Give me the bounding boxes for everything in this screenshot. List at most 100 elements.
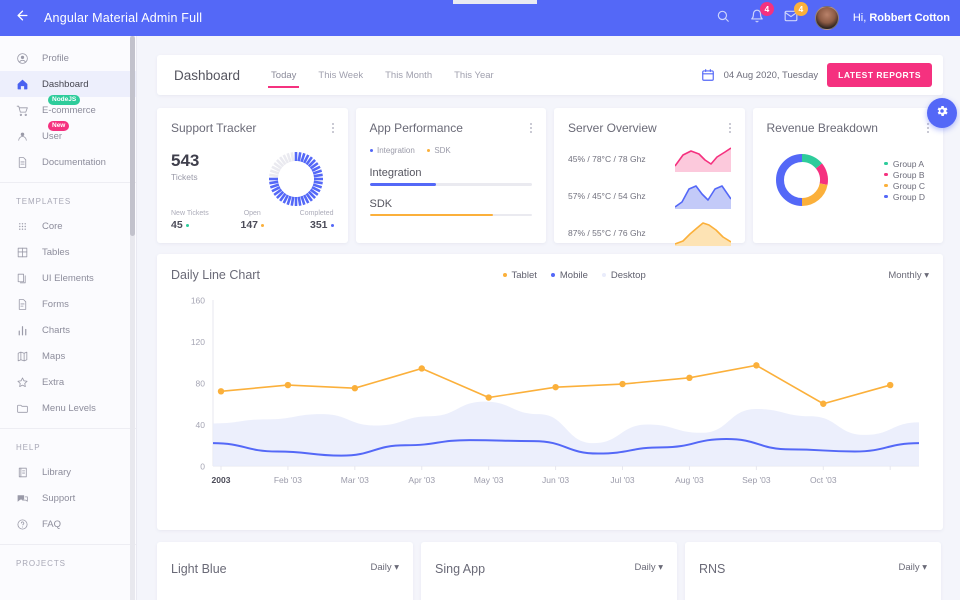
support-stats: New Tickets45Open147Completed351	[171, 210, 334, 231]
svg-text:May '03: May '03	[474, 475, 504, 485]
sidebar-item-maps[interactable]: Maps	[0, 343, 136, 369]
messages-button[interactable]: 4	[781, 8, 801, 28]
sidebar-badge: New	[48, 121, 69, 131]
legend-label: Desktop	[611, 270, 646, 281]
revenue-legend-item: Group A	[884, 159, 925, 169]
sidebar-item-documentation[interactable]: Documentation	[0, 149, 136, 175]
sidebar-section-templates: TEMPLATES	[0, 189, 136, 213]
avatar[interactable]	[815, 6, 839, 30]
search-button[interactable]	[713, 8, 733, 28]
back-button[interactable]	[0, 8, 44, 28]
sidebar-item-ui-elements[interactable]: UI Elements	[0, 265, 136, 291]
revenue-donut-chart	[771, 149, 833, 211]
svg-text:Jun '03: Jun '03	[542, 475, 569, 485]
server-overview-row: 87% / 55°C / 76 Ghz	[568, 220, 731, 246]
sidebar-scrollbar-track[interactable]	[130, 36, 135, 600]
legend-dot	[884, 162, 888, 166]
revenue-legend-item: Group B	[884, 170, 925, 180]
sidebar-item-profile[interactable]: Profile	[0, 45, 136, 71]
tab-this-week[interactable]: This Week	[307, 55, 374, 95]
tab-this-year[interactable]: This Year	[443, 55, 505, 95]
current-date: 04 Aug 2020, Tuesday	[724, 70, 819, 81]
summary-cards-row: Support Tracker 543 Tickets New Tickets4…	[157, 108, 943, 243]
progress-track	[370, 214, 533, 217]
sidebar-item-charts[interactable]: Charts	[0, 317, 136, 343]
server-overview-rows: 45% / 78°C / 78 Ghz57% / 45°C / 54 Ghz87…	[568, 146, 731, 246]
sidebar-item-label: UI Elements	[42, 273, 94, 284]
gear-icon	[935, 104, 949, 123]
card-title: Support Tracker	[171, 121, 256, 135]
period-tabs: TodayThis WeekThis MonthThis Year	[260, 55, 505, 95]
sidebar-item-faq[interactable]: FAQ	[0, 511, 136, 537]
chat-icon	[16, 492, 42, 505]
support-stat-dot	[186, 224, 189, 227]
bottom-card-range-value: Daily	[634, 562, 655, 573]
support-stat-label: New Tickets	[171, 210, 225, 217]
chart-range-selector[interactable]: Monthly ▾	[888, 270, 929, 281]
bottom-card-range-selector[interactable]: Daily ▾	[370, 562, 399, 573]
svg-text:Sep '03: Sep '03	[742, 475, 771, 485]
chevron-down-icon: ▾	[922, 562, 927, 573]
chevron-down-icon: ▾	[394, 562, 399, 573]
support-stat-number: 45	[171, 219, 183, 231]
legend-label: SDK	[434, 146, 450, 155]
sidebar-item-extra[interactable]: Extra	[0, 369, 136, 395]
legend-dot	[370, 149, 374, 153]
sidebar-divider-3	[0, 544, 136, 545]
card-menu-button[interactable]	[927, 121, 929, 135]
support-stat: New Tickets 45	[171, 210, 225, 231]
settings-fab-button[interactable]	[927, 98, 957, 128]
sidebar-item-core[interactable]: Core	[0, 213, 136, 239]
sidebar-scrollbar-thumb[interactable]	[130, 36, 135, 236]
sidebar-item-library[interactable]: Library	[0, 459, 136, 485]
bottom-card-title: RNS	[699, 562, 725, 576]
svg-text:80: 80	[196, 379, 206, 389]
card-title: Revenue Breakdown	[767, 121, 878, 135]
card-menu-button[interactable]	[332, 121, 334, 135]
sidebar-item-label: Charts	[42, 325, 70, 336]
tab-this-month[interactable]: This Month	[374, 55, 443, 95]
svg-text:Jul '03: Jul '03	[610, 475, 635, 485]
revenue-donut-area: Group AGroup BGroup CGroup D	[767, 149, 930, 211]
card-header: Support Tracker	[171, 121, 334, 135]
chart-legend-item: Desktop	[602, 270, 646, 281]
app-performance-legend-item: Integration	[370, 146, 415, 155]
card-menu-button[interactable]	[729, 121, 731, 135]
sidebar-item-label: Dashboard	[42, 79, 88, 90]
sidebar-item-menu-levels[interactable]: Menu Levels	[0, 395, 136, 421]
sidebar-item-dashboard[interactable]: Dashboard	[0, 71, 136, 97]
sidebar-item-label: Library	[42, 467, 71, 478]
support-stat-label: Completed	[279, 210, 333, 217]
latest-reports-button[interactable]: LATEST REPORTS	[827, 63, 932, 87]
revenue-legend-item: Group C	[884, 181, 925, 191]
chevron-down-icon: ▾	[658, 562, 663, 573]
support-stat-value: 147	[225, 219, 279, 231]
sidebar-item-e-commerce[interactable]: E-commerceNodeJS	[0, 97, 136, 123]
top-bar-actions: 4 4 Hi, Robbert Cotton	[713, 6, 960, 30]
bottom-card-range-selector[interactable]: Daily ▾	[634, 562, 663, 573]
layers-icon	[16, 272, 42, 285]
bottom-card-range-selector[interactable]: Daily ▾	[898, 562, 927, 573]
card-menu-button[interactable]	[530, 121, 532, 135]
page-header-actions: 04 Aug 2020, Tuesday LATEST REPORTS	[701, 63, 932, 87]
page-header: Dashboard TodayThis WeekThis MonthThis Y…	[157, 55, 943, 95]
sidebar-item-user[interactable]: UserNew	[0, 123, 136, 149]
sidebar-item-forms[interactable]: Forms	[0, 291, 136, 317]
support-stat-dot	[331, 224, 334, 227]
card-header: Server Overview	[568, 121, 731, 135]
person-icon	[16, 130, 42, 143]
app-title: Angular Material Admin Full	[44, 11, 202, 25]
notifications-button[interactable]: 4	[747, 8, 767, 28]
sidebar-badge: NodeJS	[48, 95, 80, 105]
support-stat-label: Open	[225, 210, 279, 217]
svg-text:0: 0	[200, 462, 205, 472]
sidebar-item-tables[interactable]: Tables	[0, 239, 136, 265]
sidebar-item-support[interactable]: Support	[0, 485, 136, 511]
user-greeting[interactable]: Hi, Robbert Cotton	[853, 12, 950, 24]
support-stat-number: 147	[240, 219, 258, 231]
book-icon	[16, 466, 42, 479]
legend-label: Tablet	[512, 270, 537, 281]
tab-today[interactable]: Today	[260, 55, 307, 95]
chart-header: Daily Line Chart TabletMobileDesktop Mon…	[171, 268, 929, 282]
sidebar-item-label: User	[42, 131, 62, 142]
